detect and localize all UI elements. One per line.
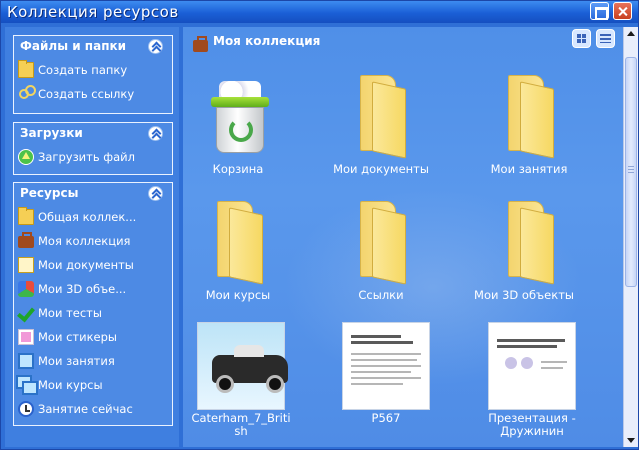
sidebar-item-label: Занятие сейчас	[38, 402, 133, 416]
sidebar-item-label: Моя коллекция	[38, 234, 131, 248]
sidebar-item-label: Мои стикеры	[38, 330, 117, 344]
item-folder-my-lessons[interactable]: Мои занятия	[474, 67, 584, 197]
task-sidebar: Файлы и папки Создать папку Создать ссыл…	[5, 27, 179, 447]
collapse-chevron-icon[interactable]	[148, 186, 163, 201]
collection-content-area: Моя коллекция Корзина Мои документы Мои …	[183, 27, 623, 447]
item-thumbnail	[474, 193, 584, 285]
maximize-button[interactable]	[590, 2, 609, 20]
resource-collection-window: Коллекция ресурсов Файлы и папки Создать…	[0, 0, 639, 450]
item-image-caterham[interactable]: Caterham_7_British	[191, 322, 291, 447]
document-thumbnail	[342, 322, 430, 410]
item-thumbnail	[326, 67, 436, 159]
window-title: Коллекция ресурсов	[7, 3, 179, 21]
item-folder-links[interactable]: Ссылки	[326, 193, 436, 319]
item-label: Мои документы	[333, 162, 429, 176]
close-button[interactable]	[613, 2, 632, 20]
link-icon	[19, 85, 36, 99]
sidebar-item-upload-file[interactable]: Загрузить файл	[14, 145, 172, 169]
checkmark-icon	[18, 305, 34, 321]
panel-files-and-folders: Файлы и папки Создать папку Создать ссыл…	[13, 35, 173, 114]
panel-header-downloads[interactable]: Загрузки	[14, 123, 172, 145]
upload-icon	[18, 149, 34, 165]
monitors-icon	[16, 375, 38, 395]
panel-resources: Ресурсы Общая коллек... Моя коллекция Мо…	[13, 182, 173, 426]
sidebar-item-label: Мои 3D объе...	[38, 282, 127, 296]
3d-object-icon	[18, 281, 34, 297]
item-folder-my-documents[interactable]: Мои документы	[326, 67, 436, 197]
item-thumbnail	[326, 193, 436, 285]
item-folder-my-courses[interactable]: Мои курсы	[183, 193, 293, 319]
item-label: Мои курсы	[205, 288, 271, 302]
sidebar-item-label: Создать ссылку	[38, 87, 135, 101]
collapse-chevron-icon[interactable]	[148, 39, 163, 54]
scroll-thumb[interactable]	[625, 57, 637, 287]
sidebar-item-label: Мои занятия	[38, 354, 115, 368]
folder-new-icon	[18, 60, 34, 78]
item-recycle-bin[interactable]: Корзина	[183, 67, 293, 197]
sidebar-item-label: Загрузить файл	[38, 150, 135, 164]
panel-header-files[interactable]: Файлы и папки	[14, 36, 172, 58]
item-label: Корзина	[212, 162, 264, 176]
sidebar-item-my-tests[interactable]: Мои тесты	[14, 301, 172, 325]
item-label: Мои 3D объекты	[474, 288, 574, 302]
briefcase-icon	[18, 232, 34, 248]
item-document-presentation[interactable]: Презентация - Дружинин	[488, 322, 576, 447]
list-view-button[interactable]	[596, 29, 615, 48]
sidebar-item-create-link[interactable]: Создать ссылку	[14, 82, 172, 106]
item-folder-my-3d-objects[interactable]: Мои 3D объекты	[474, 193, 584, 319]
breadcrumb-current: Моя коллекция	[213, 34, 321, 48]
briefcase-icon	[193, 36, 208, 52]
recycle-bin-icon	[211, 81, 269, 155]
panel-title: Ресурсы	[20, 186, 79, 200]
sidebar-item-label: Мои документы	[38, 258, 134, 272]
item-thumbnail	[183, 193, 293, 285]
shared-folder-icon	[18, 207, 34, 225]
item-label: Мои занятия	[490, 162, 568, 176]
sidebar-item-label: Мои курсы	[38, 378, 103, 392]
sidebar-item-label: Создать папку	[38, 63, 128, 77]
scroll-up-icon[interactable]	[624, 27, 638, 41]
item-label: Caterham_7_British	[191, 411, 291, 438]
sidebar-item-my-3d-objects[interactable]: Мои 3D объе...	[14, 277, 172, 301]
item-thumbnail	[183, 67, 293, 155]
documents-icon	[18, 257, 34, 273]
sticker-icon	[18, 329, 34, 345]
sidebar-item-label: Мои тесты	[38, 306, 102, 320]
collapse-chevron-icon[interactable]	[148, 126, 163, 141]
title-bar[interactable]: Коллекция ресурсов	[1, 1, 638, 23]
item-label: Ссылки	[358, 288, 404, 302]
sidebar-item-create-folder[interactable]: Создать папку	[14, 58, 172, 82]
grid-view-button[interactable]	[572, 29, 591, 48]
item-label: P567	[371, 411, 401, 425]
sidebar-item-shared-collection[interactable]: Общая коллек...	[14, 205, 172, 229]
monitor-icon	[18, 353, 34, 369]
panel-title: Загрузки	[20, 126, 83, 140]
item-document-p567[interactable]: P567	[342, 322, 430, 447]
panel-title: Файлы и папки	[20, 39, 127, 53]
document-thumbnail	[488, 322, 576, 410]
sidebar-item-my-courses[interactable]: Мои курсы	[14, 373, 172, 397]
item-label: Презентация - Дружинин	[488, 411, 576, 438]
clock-icon	[18, 401, 34, 417]
sidebar-item-my-stickers[interactable]: Мои стикеры	[14, 325, 172, 349]
sidebar-item-my-documents[interactable]: Мои документы	[14, 253, 172, 277]
panel-downloads: Загрузки Загрузить файл	[13, 122, 173, 175]
vertical-scrollbar[interactable]	[623, 27, 638, 447]
image-thumbnail	[197, 322, 288, 410]
sidebar-item-my-collection[interactable]: Моя коллекция	[14, 229, 172, 253]
sidebar-item-lesson-now[interactable]: Занятие сейчас	[14, 397, 172, 421]
sidebar-item-my-lessons[interactable]: Мои занятия	[14, 349, 172, 373]
panel-header-resources[interactable]: Ресурсы	[14, 183, 172, 205]
item-thumbnail	[474, 67, 584, 159]
sidebar-item-label: Общая коллек...	[38, 210, 137, 224]
scroll-down-icon[interactable]	[624, 433, 638, 447]
